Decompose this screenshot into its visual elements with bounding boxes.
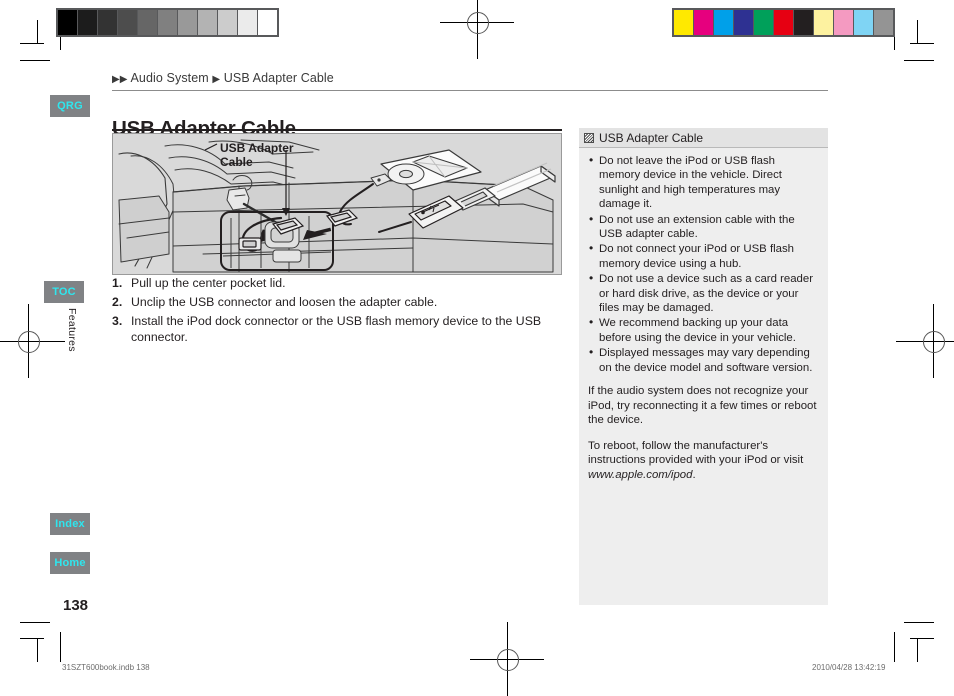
illustration-svg — [118, 139, 556, 273]
calibration-swatch-1 — [694, 10, 713, 35]
calibration-swatch-8 — [834, 10, 853, 35]
section-label-features: Features — [66, 308, 78, 352]
instruction-step: 3. Install the iPod dock connector or th… — [112, 313, 564, 345]
note-panel-body: Do not leave the iPod or USB flash memor… — [579, 148, 828, 482]
calibration-swatch-8 — [218, 10, 237, 35]
breadcrumb-item-usb-adapter-cable[interactable]: USB Adapter Cable — [224, 71, 334, 85]
calibration-swatch-0 — [674, 10, 693, 35]
instruction-step: 2. Unclip the USB connector and loosen t… — [112, 294, 564, 310]
color-calibration-bar — [672, 8, 895, 37]
crop-mark-top-left-h2 — [20, 43, 44, 44]
sidebar-tab-qrg[interactable]: QRG — [50, 95, 90, 117]
instruction-step: 1. Pull up the center pocket lid. — [112, 275, 564, 291]
illustration-usb-adapter-cable: USB Adapter Cable — [112, 133, 562, 275]
note-panel: USB Adapter Cable Do not leave the iPod … — [579, 128, 828, 605]
note-bullet: Do not use an extension cable with the U… — [588, 212, 818, 242]
crop-mark-bottom-right-h — [904, 622, 934, 623]
registration-mark-left — [0, 304, 65, 378]
crop-mark-bottom-left-v — [60, 632, 61, 662]
calibration-swatch-9 — [854, 10, 873, 35]
note-panel-header: USB Adapter Cable — [579, 128, 828, 148]
note-reboot-text: To reboot, follow the manufacturer's ins… — [588, 439, 804, 467]
footer-timestamp: 2010/04/28 13:42:19 — [812, 663, 886, 672]
calibration-swatch-10 — [258, 10, 277, 35]
crop-mark-top-right-v2 — [917, 20, 918, 44]
step-text: Pull up the center pocket lid. — [131, 276, 286, 290]
registration-mark-bottom — [470, 622, 544, 696]
calibration-swatch-0 — [58, 10, 77, 35]
crop-mark-bottom-right-h2 — [910, 638, 934, 639]
breadcrumb-arrow-3: ▶ — [212, 74, 221, 85]
apple-ipod-url: www.apple.com/ipod — [588, 468, 693, 481]
crop-mark-top-right-h2 — [910, 43, 934, 44]
footer-filename: 31SZT600book.indb 138 — [62, 663, 150, 672]
step-number: 3. — [112, 314, 123, 328]
crop-mark-bottom-left-h2 — [20, 638, 44, 639]
note-bullet: Do not leave the iPod or USB flash memor… — [588, 153, 818, 212]
note-paragraph-reboot: To reboot, follow the manufacturer's ins… — [588, 439, 818, 482]
title-divider — [112, 129, 562, 131]
figure-callout-line2: Cable — [220, 155, 253, 169]
note-bullet: We recommend backing up your data before… — [588, 315, 818, 345]
instruction-steps: 1. Pull up the center pocket lid. 2. Unc… — [112, 275, 564, 348]
note-reboot-period: . — [692, 468, 696, 481]
note-bullet: Do not use a device such as a card reade… — [588, 271, 818, 315]
page-number: 138 — [63, 597, 89, 614]
figure-callout-label: USB Adapter Cable — [220, 141, 294, 169]
crop-mark-top-left-v2 — [37, 20, 38, 44]
registration-mark-right — [896, 304, 954, 378]
calibration-swatch-6 — [178, 10, 197, 35]
calibration-swatch-3 — [118, 10, 137, 35]
breadcrumb-arrow-2: ▶ — [119, 74, 128, 85]
crop-mark-bottom-right-v2 — [917, 638, 918, 662]
calibration-swatch-2 — [714, 10, 733, 35]
crop-mark-top-left-h — [20, 60, 50, 61]
step-number: 2. — [112, 295, 123, 309]
breadcrumb: ▶▶ Audio System ▶ USB Adapter Cable — [112, 71, 334, 85]
calibration-swatch-10 — [874, 10, 893, 35]
step-number: 1. — [112, 276, 123, 290]
step-text: Unclip the USB connector and loosen the … — [131, 295, 438, 309]
note-bullet-list: Do not leave the iPod or USB flash memor… — [588, 153, 818, 375]
note-bullet: Do not connect your iPod or USB flash me… — [588, 241, 818, 271]
note-paragraph-troubleshooting: If the audio system does not recognize y… — [588, 385, 817, 426]
sidebar-tab-index[interactable]: Index — [50, 513, 90, 535]
grayscale-calibration-bar — [56, 8, 279, 37]
calibration-swatch-4 — [754, 10, 773, 35]
figure-callout-line1: USB Adapter — [220, 141, 294, 155]
step-text: Install the iPod dock connector or the U… — [131, 314, 542, 344]
breadcrumb-item-audio-system[interactable]: Audio System — [130, 71, 208, 85]
calibration-swatch-5 — [774, 10, 793, 35]
calibration-swatch-3 — [734, 10, 753, 35]
calibration-swatch-4 — [138, 10, 157, 35]
crop-mark-bottom-left-v2 — [37, 638, 38, 662]
crop-mark-top-right-h — [904, 60, 934, 61]
calibration-swatch-2 — [98, 10, 117, 35]
note-panel-title: USB Adapter Cable — [599, 130, 704, 145]
note-bullet: Displayed messages may vary depending on… — [588, 345, 818, 375]
calibration-swatch-7 — [198, 10, 217, 35]
calibration-swatch-7 — [814, 10, 833, 35]
note-icon — [584, 132, 594, 143]
crop-mark-bottom-left-h — [20, 622, 50, 623]
calibration-swatch-9 — [238, 10, 257, 35]
crop-mark-bottom-right-v — [894, 632, 895, 662]
header-divider — [112, 90, 828, 91]
sidebar-tab-toc[interactable]: TOC — [44, 281, 84, 303]
calibration-swatch-5 — [158, 10, 177, 35]
breadcrumb-arrow-1: ▶ — [112, 74, 120, 85]
calibration-swatch-1 — [78, 10, 97, 35]
calibration-swatch-6 — [794, 10, 813, 35]
sidebar-tab-home[interactable]: Home — [50, 552, 90, 574]
registration-mark-top — [440, 0, 514, 59]
